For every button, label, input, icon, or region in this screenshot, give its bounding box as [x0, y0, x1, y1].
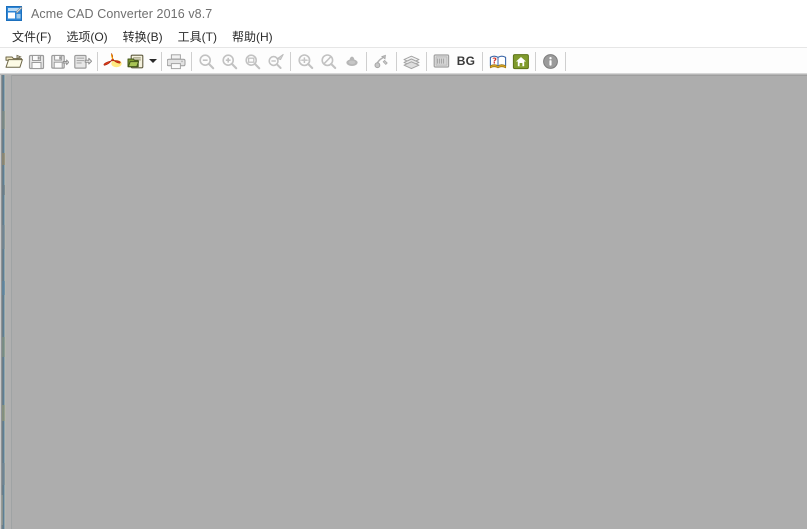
background-color-label: BG	[456, 54, 476, 68]
toolbar-separator-6	[396, 51, 397, 71]
measure-icon[interactable]	[370, 50, 393, 73]
toolbar-separator-9	[535, 51, 536, 71]
main-toolbar: BG ?	[0, 48, 807, 75]
batch-convert-icon[interactable]	[71, 50, 94, 73]
collapsed-file-panel[interactable]	[0, 75, 12, 529]
chevron-down-icon	[148, 59, 157, 63]
home-icon[interactable]	[509, 50, 532, 73]
toolbar-separator-7	[426, 51, 427, 71]
open-file-icon[interactable]	[2, 50, 25, 73]
toolbar-separator-2	[161, 51, 162, 71]
print-icon[interactable]	[165, 50, 188, 73]
view-panel-icon[interactable]	[430, 50, 453, 73]
export-image-dropdown[interactable]	[147, 50, 158, 73]
title-bar: Acme CAD Converter 2016 v8.7	[0, 0, 807, 27]
pan-icon[interactable]	[340, 50, 363, 73]
menu-options[interactable]: 选项(O)	[59, 28, 115, 47]
menu-tools[interactable]: 工具(T)	[171, 28, 225, 47]
toolbar-separator-4	[290, 51, 291, 71]
toolbar-separator-5	[366, 51, 367, 71]
drawing-canvas[interactable]	[12, 75, 807, 529]
app-window: Acme CAD Converter 2016 v8.7 文件(F) 选项(O)…	[0, 0, 807, 529]
zoom-extents-icon[interactable]	[264, 50, 287, 73]
zoom-window-icon[interactable]	[241, 50, 264, 73]
export-pdf-icon[interactable]	[101, 50, 124, 73]
acme-cad-app-icon	[6, 5, 23, 22]
background-color-button[interactable]: BG	[453, 50, 479, 73]
toolbar-separator-10	[565, 51, 566, 71]
save-icon[interactable]	[25, 50, 48, 73]
work-area	[0, 75, 807, 529]
menu-convert[interactable]: 转换(B)	[116, 28, 171, 47]
zoom-out-icon[interactable]	[195, 50, 218, 73]
zoom-realtime-icon[interactable]	[294, 50, 317, 73]
layers-icon[interactable]	[400, 50, 423, 73]
zoom-previous-icon[interactable]	[317, 50, 340, 73]
help-icon[interactable]: ?	[486, 50, 509, 73]
menu-help[interactable]: 帮助(H)	[225, 28, 281, 47]
svg-text:?: ?	[492, 56, 497, 65]
menu-bar: 文件(F) 选项(O) 转换(B) 工具(T) 帮助(H)	[0, 27, 807, 48]
canvas-top-border	[12, 75, 807, 76]
about-icon[interactable]	[539, 50, 562, 73]
toolbar-separator-3	[191, 51, 192, 71]
toolbar-separator-1	[97, 51, 98, 71]
toolbar-separator-8	[482, 51, 483, 71]
zoom-in-icon[interactable]	[218, 50, 241, 73]
menu-file[interactable]: 文件(F)	[5, 28, 59, 47]
window-title: Acme CAD Converter 2016 v8.7	[31, 6, 213, 21]
export-image-icon[interactable]	[124, 50, 147, 73]
save-as-icon[interactable]	[48, 50, 71, 73]
